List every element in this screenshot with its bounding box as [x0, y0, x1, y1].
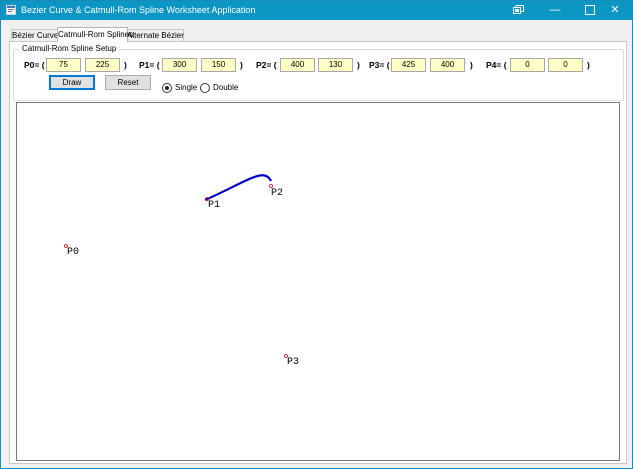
p1-canvas-label: P1 [208, 200, 220, 211]
p1-close-paren: ) [240, 60, 243, 70]
reset-button[interactable]: Reset [105, 75, 151, 90]
p2-label: P2= ( [256, 60, 277, 70]
point-p0: P0 [64, 244, 79, 258]
title-bar[interactable]: Bezier Curve & Catmull-Rom Spline Worksh… [1, 1, 632, 20]
double-radio-label[interactable]: Double [213, 83, 238, 92]
single-radio[interactable] [162, 83, 172, 93]
p0-label: P0= ( [24, 60, 45, 70]
p3-canvas-label: P3 [287, 357, 299, 368]
catmull-rom-tab-page: Catmull-Rom Spline Setup P0= ( 75 225 ) … [9, 41, 627, 464]
single-radio-label[interactable]: Single [175, 83, 197, 92]
p4-label: P4= ( [486, 60, 507, 70]
p3-label: P3= ( [369, 60, 390, 70]
p4-x-field[interactable]: 0 [510, 58, 545, 72]
p4-y-field[interactable]: 0 [548, 58, 583, 72]
p1-x-field[interactable]: 300 [162, 58, 197, 72]
p0-canvas-label: P0 [67, 247, 79, 258]
p2-canvas-label: P2 [271, 188, 283, 199]
catmull-rom-curve [204, 174, 272, 202]
p0-x-field[interactable]: 75 [46, 58, 81, 72]
radio-selected-dot [165, 86, 169, 90]
p2-close-paren: ) [357, 60, 360, 70]
spline-setup-group: Catmull-Rom Spline Setup P0= ( 75 225 ) … [13, 44, 624, 101]
close-button[interactable]: ✕ [598, 1, 632, 20]
p0-y-field[interactable]: 225 [85, 58, 120, 72]
p0-close-paren: ) [124, 60, 127, 70]
point-p1: P1 [205, 197, 220, 211]
double-radio[interactable] [200, 83, 210, 93]
p1-y-field[interactable]: 150 [201, 58, 236, 72]
draw-button[interactable]: Draw [49, 75, 95, 90]
minimize-button[interactable]: — [538, 1, 572, 20]
app-window: Bezier Curve & Catmull-Rom Spline Worksh… [0, 0, 633, 469]
app-icon [6, 5, 16, 15]
p2-x-field[interactable]: 400 [280, 58, 315, 72]
p4-close-paren: ) [587, 60, 590, 70]
drawing-canvas[interactable]: P0 P1 P2 P3 [16, 102, 620, 461]
p3-y-field[interactable]: 400 [430, 58, 465, 72]
minimize-icon: — [549, 4, 561, 16]
restore-icon[interactable] [501, 1, 535, 20]
maximize-icon [585, 5, 595, 15]
point-p2: P2 [269, 184, 283, 199]
spline-plot: P0 P1 P2 P3 [64, 174, 299, 368]
p2-y-field[interactable]: 130 [318, 58, 353, 72]
window-title: Bezier Curve & Catmull-Rom Spline Worksh… [21, 5, 256, 15]
p3-close-paren: ) [470, 60, 473, 70]
group-legend: Catmull-Rom Spline Setup [20, 44, 119, 53]
tab-catmull-rom-splines[interactable]: Catmull-Rom Splines [57, 27, 133, 42]
p1-label: P1= ( [139, 60, 160, 70]
p3-x-field[interactable]: 425 [391, 58, 426, 72]
point-p3: P3 [284, 354, 299, 368]
close-icon: ✕ [610, 4, 620, 16]
